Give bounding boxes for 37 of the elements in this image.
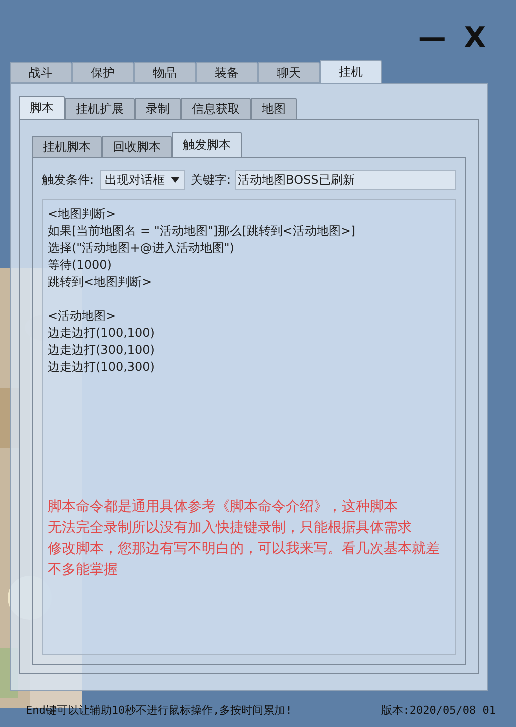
- main-tab[interactable]: 战斗: [10, 62, 72, 83]
- script-editor[interactable]: [42, 199, 456, 655]
- note-text: 不多能掌握: [48, 561, 119, 580]
- field-label: 触发条件:: [42, 172, 94, 189]
- status-hint: End键可以让辅助10秒不进行鼠标操作,多按时间累加!: [26, 703, 292, 719]
- code-line: 边走边打(100,300): [48, 359, 156, 376]
- sub-tab[interactable]: 地图: [251, 98, 297, 119]
- close-button[interactable]: X: [464, 16, 486, 60]
- version-text: 版本:2020/05/08 01: [381, 703, 496, 719]
- sub-tab[interactable]: 脚本: [19, 96, 65, 119]
- script-tab[interactable]: 回收脚本: [102, 136, 172, 157]
- code-line: 边走边打(300,100): [48, 342, 156, 359]
- main-tab[interactable]: 挂机: [320, 60, 382, 83]
- dropdown[interactable]: 出现对话框: [100, 170, 186, 190]
- code-line: 跳转到<地图判断>: [48, 274, 154, 291]
- sub-tab[interactable]: 录制: [135, 98, 181, 119]
- code-line: <活动地图>: [48, 308, 118, 325]
- note-text: 无法完全录制所以没有加入快捷键录制，只能根据具体需求: [48, 519, 413, 538]
- main-tab[interactable]: 保护: [72, 62, 134, 83]
- code-line: 选择("活动地图+@进入活动地图"): [48, 240, 236, 257]
- field-label: 关键字:: [191, 172, 232, 189]
- code-line: 等待(1000): [48, 257, 113, 274]
- code-line: <地图判断>: [48, 206, 118, 223]
- code-line: 边走边打(100,100): [48, 325, 156, 342]
- note-text: 修改脚本，您那边有写不明白的，可以我来写。看几次基本就差: [48, 540, 441, 559]
- script-tab[interactable]: 触发脚本: [172, 132, 242, 157]
- main-tab[interactable]: 装备: [196, 62, 258, 83]
- main-tab[interactable]: 聊天: [258, 62, 320, 83]
- minimize-button[interactable]: —: [418, 16, 446, 60]
- dropdown-arrow-icon: [171, 177, 180, 183]
- script-tab[interactable]: 挂机脚本: [32, 136, 102, 157]
- keyword-field[interactable]: 活动地图BOSS已刷新: [235, 170, 456, 190]
- note-text: 脚本命令都是通用具体参考《脚本命令介绍》，这种脚本: [48, 498, 399, 517]
- code-line: 如果[当前地图名 = "活动地图"]那么[跳转到<活动地图>]: [48, 223, 357, 240]
- main-tab[interactable]: 物品: [134, 62, 196, 83]
- sub-tab[interactable]: 挂机扩展: [65, 98, 135, 119]
- sub-tab[interactable]: 信息获取: [181, 98, 251, 119]
